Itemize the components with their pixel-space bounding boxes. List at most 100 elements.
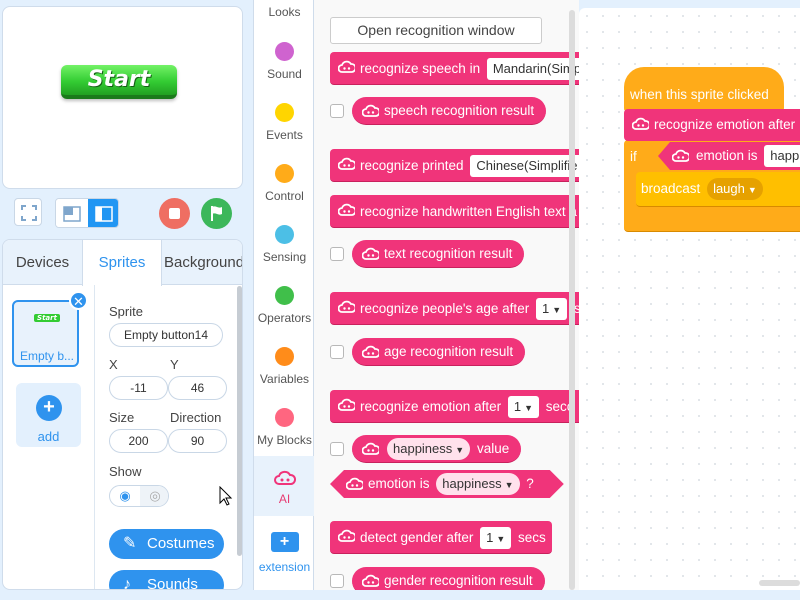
script-hat-block[interactable]: when this sprite clicked bbox=[624, 67, 784, 112]
category-sound[interactable]: Sound bbox=[254, 42, 315, 81]
block-text-recognition-result[interactable]: text recognition result bbox=[352, 240, 525, 268]
script-recognize-emotion-block[interactable]: recognize emotion after bbox=[624, 109, 800, 141]
block-recognize-speech[interactable]: recognize speech in Mandarin(Simp bbox=[330, 52, 579, 85]
show-sprite-button[interactable]: ◉ bbox=[110, 486, 140, 506]
stage-layout-toggle[interactable] bbox=[55, 198, 119, 228]
block-gender-recognition-result[interactable]: gender recognition result bbox=[352, 567, 545, 590]
sprite-thumbnail-name: Empty b... bbox=[19, 349, 75, 363]
open-recognition-window-button[interactable]: Open recognition window bbox=[330, 17, 542, 44]
sprite-thumbnail[interactable]: Start Empty b... bbox=[12, 300, 79, 367]
emotion-dropdown[interactable]: happ bbox=[764, 145, 800, 168]
block-text: recognize printed bbox=[360, 158, 464, 173]
green-flag-button[interactable] bbox=[201, 198, 232, 229]
large-stage-button[interactable] bbox=[88, 199, 118, 227]
broadcast-dropdown[interactable]: laugh ▼ bbox=[707, 178, 763, 201]
chevron-down-icon: ▼ bbox=[455, 445, 465, 456]
brush-icon: ✎ bbox=[123, 535, 137, 552]
y-input[interactable]: 46 bbox=[168, 376, 227, 400]
tab-devices[interactable]: Devices bbox=[3, 240, 82, 285]
category-extension[interactable]: + extension bbox=[254, 532, 315, 574]
hide-sprite-button[interactable]: ◎ bbox=[140, 486, 168, 506]
block-age-recognition-result[interactable]: age recognition result bbox=[352, 338, 526, 366]
script-broadcast-block[interactable]: broadcast laugh ▼ bbox=[636, 172, 800, 207]
emotion-dropdown[interactable]: happiness ▼ bbox=[436, 473, 519, 495]
block-speech-recognition-result[interactable]: speech recognition result bbox=[352, 97, 547, 125]
sensing-category-dot bbox=[275, 225, 294, 244]
checkbox-age-result[interactable] bbox=[330, 345, 344, 359]
start-button-sprite[interactable]: Start bbox=[61, 65, 177, 99]
block-recognize-emotion[interactable]: recognize emotion after 1 ▼ seco bbox=[330, 390, 579, 423]
block-emotion-is[interactable]: emotion is happiness ▼ ? bbox=[330, 470, 564, 498]
costumes-button-label: Costumes bbox=[147, 535, 215, 552]
script-workspace[interactable]: when this sprite clicked if emotion is h… bbox=[579, 8, 800, 590]
emotion-dropdown[interactable]: happiness ▼ bbox=[387, 438, 471, 461]
tab-backgrounds[interactable]: Background bbox=[162, 240, 242, 285]
block-text: recognize people's age after bbox=[360, 301, 530, 316]
category-ai[interactable]: AI bbox=[254, 456, 315, 516]
cloud-ai-icon bbox=[362, 345, 379, 358]
cloud-ai-icon bbox=[362, 104, 379, 117]
category-events[interactable]: Events bbox=[254, 103, 315, 142]
costumes-button[interactable]: ✎ Costumes bbox=[109, 529, 224, 559]
category-my-blocks[interactable]: My Blocks bbox=[254, 408, 315, 447]
eye-slash-icon: ◎ bbox=[149, 488, 161, 503]
show-label: Show bbox=[109, 464, 142, 479]
add-sprite-label: add bbox=[37, 429, 60, 444]
script-emotion-condition[interactable]: emotion is happ bbox=[658, 142, 800, 170]
stop-button[interactable] bbox=[159, 198, 190, 229]
small-stage-button[interactable] bbox=[56, 199, 88, 227]
seconds-dropdown[interactable]: 1 ▼ bbox=[480, 527, 512, 550]
size-label: Size bbox=[109, 410, 135, 425]
checkbox-happiness-value[interactable] bbox=[330, 442, 344, 456]
stage-canvas[interactable]: Start bbox=[2, 6, 243, 189]
mouse-cursor-icon bbox=[219, 486, 233, 506]
category-label: Control bbox=[265, 189, 304, 203]
block-recognize-age[interactable]: recognize people's age after 1 ▼ s bbox=[330, 292, 579, 325]
block-recognize-handwritten[interactable]: recognize handwritten English text a bbox=[330, 195, 579, 228]
sounds-button[interactable]: ♪ Sounds bbox=[109, 570, 224, 590]
chevron-down-icon: ▼ bbox=[496, 534, 506, 545]
block-text-tail: value bbox=[476, 441, 510, 456]
delete-sprite-button[interactable]: ✕ bbox=[69, 291, 88, 310]
broadcast-option: laugh bbox=[713, 181, 745, 197]
fullscreen-icon bbox=[21, 205, 37, 221]
panel-tabs: Devices Sprites Background bbox=[3, 240, 242, 286]
language-dropdown[interactable]: Mandarin(Simp bbox=[486, 58, 579, 81]
checkbox-gender-result[interactable] bbox=[330, 574, 344, 588]
category-operators[interactable]: Operators bbox=[254, 286, 315, 325]
language-dropdown[interactable]: Chinese(Simplifie bbox=[470, 155, 579, 178]
tab-sprites[interactable]: Sprites bbox=[82, 240, 162, 286]
block-recognize-printed[interactable]: recognize printed Chinese(Simplifie bbox=[330, 149, 579, 182]
category-label: extension bbox=[258, 560, 311, 574]
cloud-ai-icon bbox=[672, 149, 689, 162]
script-if-block[interactable]: if emotion is happ broadcast laugh ▼ bbox=[624, 140, 800, 232]
fullscreen-button[interactable] bbox=[14, 198, 42, 226]
checkbox-speech-result[interactable] bbox=[330, 104, 344, 118]
category-sensing[interactable]: Sensing bbox=[254, 225, 315, 264]
x-input[interactable]: -11 bbox=[109, 376, 168, 400]
direction-input[interactable]: 90 bbox=[168, 429, 227, 453]
category-label: Operators bbox=[257, 311, 312, 325]
seconds-dropdown[interactable]: 1 ▼ bbox=[535, 298, 568, 321]
add-sprite-button[interactable]: + add bbox=[16, 383, 81, 447]
sprite-name-input[interactable]: Empty button14 bbox=[109, 323, 223, 347]
size-input[interactable]: 200 bbox=[109, 429, 168, 453]
block-emotion-value[interactable]: happiness ▼ value bbox=[352, 435, 522, 463]
block-detect-gender[interactable]: detect gender after 1 ▼ secs bbox=[330, 521, 552, 554]
sprite-name-label: Sprite bbox=[109, 304, 143, 319]
sounds-button-label: Sounds bbox=[147, 576, 198, 590]
category-looks[interactable]: Looks bbox=[254, 5, 315, 19]
seconds-dropdown[interactable]: 1 ▼ bbox=[507, 396, 539, 419]
checkbox-text-result[interactable] bbox=[330, 247, 344, 261]
category-variables[interactable]: Variables bbox=[254, 347, 315, 386]
direction-label: Direction bbox=[170, 410, 222, 425]
category-label: My Blocks bbox=[257, 433, 312, 447]
category-control[interactable]: Control bbox=[254, 164, 315, 203]
category-label: Sound bbox=[267, 67, 302, 81]
palette-scrollbar[interactable] bbox=[569, 10, 575, 590]
workspace-scrollbar[interactable] bbox=[759, 580, 800, 586]
block-text: speech recognition result bbox=[384, 103, 535, 118]
panel-scrollbar[interactable] bbox=[237, 286, 242, 556]
cloud-ai-icon bbox=[338, 60, 355, 73]
close-icon: ✕ bbox=[73, 294, 84, 309]
